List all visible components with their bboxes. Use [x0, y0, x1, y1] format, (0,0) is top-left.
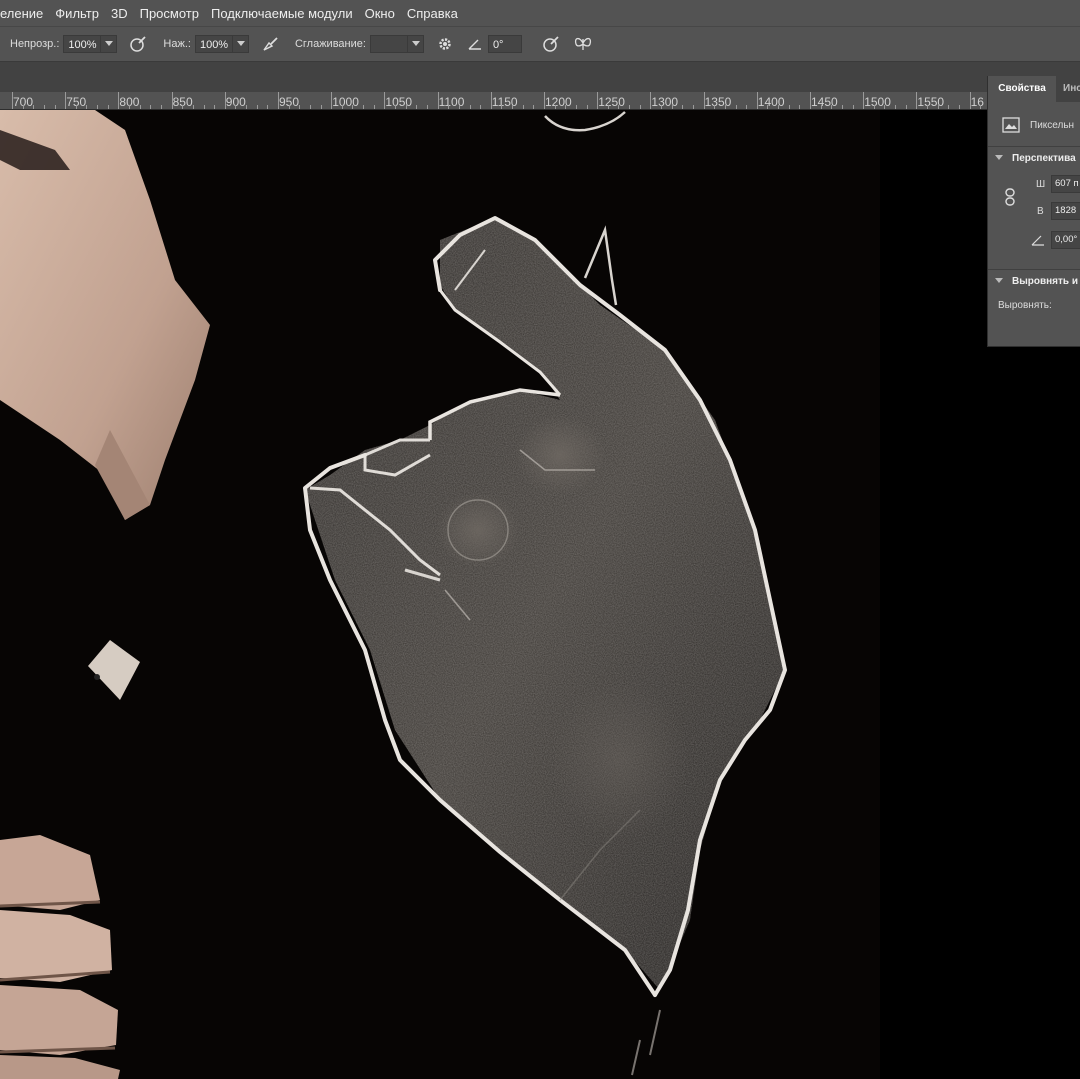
canvas-artwork [0, 110, 1080, 1079]
chevron-down-icon [995, 278, 1003, 283]
ruler-label: 1450 [811, 95, 838, 109]
pressure-label: Наж.: [163, 38, 191, 50]
horizontal-ruler: 700 750 800 850 900 950 1000 1050 1100 1150 1200 12… [0, 92, 1080, 110]
ruler-label: 1200 [545, 95, 572, 109]
opacity-label: Непрозр.: [10, 38, 60, 50]
width-label: Ш [1036, 179, 1046, 190]
ruler-label: 16 [970, 95, 984, 109]
angle-icon [464, 33, 486, 55]
ruler-label: 1100 [438, 95, 465, 109]
menu-window[interactable]: Окно [359, 6, 401, 21]
section-transform[interactable]: Перспектива [988, 146, 1080, 171]
menu-bar: еление Фильтр 3D Просмотр Подключаемые м… [0, 0, 1080, 26]
angle-icon [1031, 234, 1045, 249]
ruler-label: 1000 [332, 95, 359, 109]
tab-properties[interactable]: Свойства [988, 76, 1056, 102]
menu-filter[interactable]: Фильтр [49, 6, 105, 21]
rotation-input[interactable]: 0,00° [1051, 231, 1080, 249]
section-align[interactable]: Выровнять и [988, 269, 1080, 294]
gear-icon[interactable] [434, 33, 456, 55]
menu-help[interactable]: Справка [401, 6, 464, 21]
height-input[interactable]: 1828 [1051, 202, 1080, 220]
ruler-label: 1050 [385, 95, 413, 109]
smoothing-input[interactable] [369, 35, 408, 53]
properties-panel-tabs: Свойства Инс [988, 76, 1080, 102]
ruler-label: 1550 [917, 95, 945, 109]
pressure-opacity-icon[interactable] [127, 33, 149, 55]
ruler-label: 1150 [491, 95, 518, 109]
ruler-label: 1400 [757, 95, 785, 109]
tab-info[interactable]: Инс [1063, 76, 1080, 102]
pressure-size-icon[interactable] [540, 33, 562, 55]
properties-panel: Свойства Инс Пиксельн Перспектива Ш 607 … [987, 76, 1080, 347]
opacity-input[interactable]: 100% [63, 35, 102, 53]
document-canvas[interactable] [0, 110, 1080, 1079]
pixel-layer-icon [1002, 116, 1020, 134]
tool-options-bar: Непрозр.: 100% Наж.: 100% Сглаживание: 0… [0, 26, 1080, 62]
ruler-label: 1250 [598, 95, 625, 109]
symmetry-butterfly-icon[interactable] [572, 33, 594, 55]
airbrush-icon[interactable] [259, 33, 281, 55]
chevron-down-icon [995, 155, 1003, 160]
pressure-input[interactable]: 100% [194, 35, 233, 53]
menu-plugins[interactable]: Подключаемые модули [205, 6, 359, 21]
ruler-label: 1500 [864, 95, 891, 109]
smoothing-label: Сглаживание: [294, 38, 366, 50]
align-label: Выровнять: [998, 300, 1052, 311]
smoothing-dropdown[interactable] [407, 35, 424, 53]
menu-3d[interactable]: 3D [105, 6, 134, 21]
pressure-dropdown[interactable] [232, 35, 249, 53]
menu-selection[interactable]: еление [0, 6, 49, 21]
document-tab-strip [0, 62, 1080, 92]
section-transform-title: Перспектива [1012, 153, 1076, 164]
width-input[interactable]: 607 п [1051, 175, 1080, 193]
section-align-title: Выровнять и [1012, 276, 1078, 287]
ruler-label: 1300 [651, 95, 679, 109]
ruler-label: 1350 [704, 95, 732, 109]
layer-type-label: Пиксельн [1030, 120, 1075, 131]
link-chain-icon[interactable] [1004, 188, 1016, 209]
height-label: В [1037, 206, 1044, 217]
angle-input[interactable]: 0° [487, 35, 522, 53]
opacity-dropdown[interactable] [101, 35, 118, 53]
menu-view[interactable]: Просмотр [134, 6, 205, 21]
